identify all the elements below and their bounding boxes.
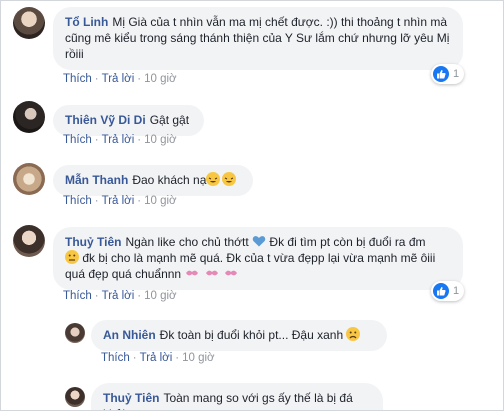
kiss-icon [184, 266, 200, 280]
comment-actions: Thích · Trả lời · 10 giờ [63, 290, 177, 302]
avatar[interactable] [65, 323, 85, 343]
timestamp[interactable]: 10 giờ [182, 352, 214, 364]
comment-text: Gật gật [149, 113, 190, 127]
comment-bubble: Thiên Vỹ Di Di Gật gật [53, 105, 204, 136]
sad-emoji-icon [346, 327, 361, 341]
separator: · [94, 73, 99, 85]
timestamp[interactable]: 10 giờ [144, 195, 176, 207]
comment-author[interactable]: Thiên Vỹ Di Di [65, 113, 146, 127]
separator: · [137, 195, 142, 207]
separator: · [175, 352, 180, 364]
comment-author[interactable]: Mẫn Thanh [65, 173, 128, 187]
comment-bubble: Thuỷ Tiên Toàn mang so với gs ấy thế là b… [91, 383, 383, 410]
timestamp[interactable]: 10 giờ [144, 290, 176, 302]
kiss-icon [223, 266, 239, 280]
comment-actions: Thích · Trả lời · 10 giờ [63, 73, 177, 85]
like-reaction-icon [433, 66, 449, 82]
timestamp[interactable]: 10 giờ [144, 73, 176, 85]
comment-thread: Tổ Linh Mị Già của t nhìn vẫn ma mị chết … [0, 0, 504, 411]
avatar[interactable] [65, 387, 85, 407]
reply-link[interactable]: Trả lời [102, 73, 135, 85]
rofl-emoji-icon [222, 172, 237, 186]
kiss-icon [204, 266, 220, 280]
reaction-count: 1 [453, 285, 460, 297]
timestamp[interactable]: 10 giờ [144, 134, 176, 146]
separator: · [94, 290, 99, 302]
like-reaction-icon [433, 283, 449, 299]
separator: · [137, 73, 142, 85]
avatar[interactable] [13, 7, 45, 39]
avatar[interactable] [13, 163, 45, 195]
comment-text: Ngàn like cho chủ thớtt [125, 235, 249, 249]
reply-text: Đk toàn bị đuổi khỏi pt... Đậu xanh [159, 328, 344, 342]
reaction-summary[interactable]: 1 [431, 64, 465, 84]
separator: · [137, 134, 142, 146]
comment-text: Mị Già của t nhìn vẫn ma mị chết được. :… [65, 15, 450, 61]
comment-author[interactable]: Tổ Linh [65, 15, 108, 29]
comment-actions: Thích · Trả lời · 10 giờ [63, 134, 177, 146]
rofl-emoji-icon [206, 172, 221, 186]
separator: · [137, 290, 142, 302]
reply-link[interactable]: Trả lời [140, 352, 173, 364]
like-link[interactable]: Thích [63, 195, 92, 207]
reply-link[interactable]: Trả lời [102, 290, 135, 302]
comment-author[interactable]: Thuỷ Tiên [65, 235, 121, 249]
comment-text: đk bị cho là mạnh mẽ quá. Đk của t vừa đ… [65, 251, 436, 281]
avatar[interactable] [13, 101, 45, 133]
avatar[interactable] [13, 225, 45, 257]
blue-heart-icon [252, 234, 266, 248]
separator: · [132, 352, 137, 364]
reaction-count: 1 [453, 68, 460, 80]
comment-bubble: Tổ Linh Mị Già của t nhìn vẫn ma mị chết … [53, 7, 463, 70]
separator: · [94, 195, 99, 207]
comment-bubble: An Nhiên Đk toàn bị đuổi khỏi pt... Đậu x… [91, 320, 387, 351]
like-link[interactable]: Thích [101, 352, 130, 364]
reply-link[interactable]: Trả lời [102, 134, 135, 146]
like-link[interactable]: Thích [63, 73, 92, 85]
reaction-summary[interactable]: 1 [431, 281, 465, 301]
comment-actions: Thích · Trả lời · 10 giờ [63, 195, 177, 207]
like-link[interactable]: Thích [63, 134, 92, 146]
comment-bubble: Thuỷ Tiên Ngàn like cho chủ thớtt Đk đi t… [53, 227, 463, 290]
reply-link[interactable]: Trả lời [102, 195, 135, 207]
reply-author[interactable]: An Nhiên [103, 328, 156, 342]
comment-text: Đao khách nạ [132, 173, 207, 187]
like-link[interactable]: Thích [63, 290, 92, 302]
reply-author[interactable]: Thuỷ Tiên [103, 391, 159, 405]
comment-text: Đk đi tìm pt còn bị đuổi ra đm [269, 235, 426, 249]
confused-emoji-icon [65, 250, 79, 264]
reply-actions: Thích · Trả lời · 10 giờ [101, 352, 215, 364]
comment-bubble: Mẫn Thanh Đao khách nạ [53, 165, 253, 196]
separator: · [94, 134, 99, 146]
